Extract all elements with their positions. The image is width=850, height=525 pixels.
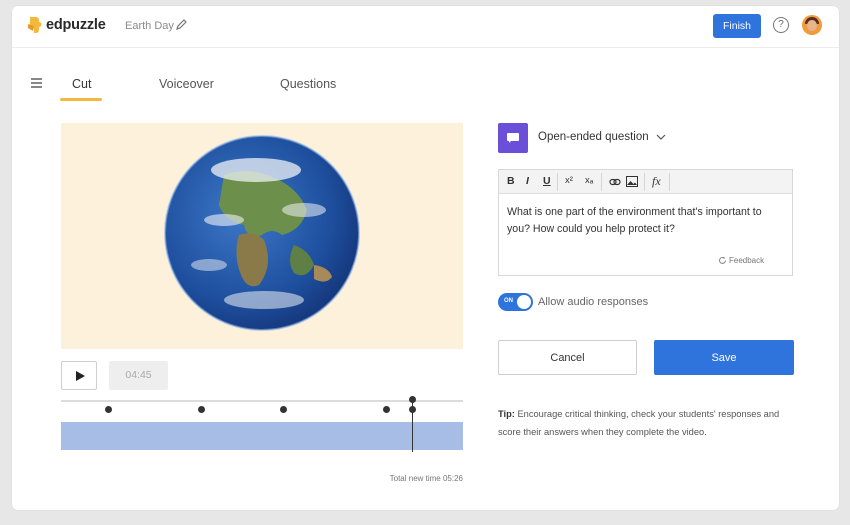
play-icon (76, 371, 85, 381)
avatar[interactable] (802, 15, 822, 35)
tip-text: Tip: Encourage critical thinking, check … (498, 405, 798, 441)
tab-cut[interactable]: Cut (72, 77, 91, 91)
formula-button[interactable]: fx (652, 174, 661, 189)
bold-button[interactable]: B (507, 175, 515, 187)
audio-responses-label: Allow audio responses (538, 296, 649, 308)
editor-toolbar: B I U x² xₐ fx (499, 170, 792, 194)
video-preview[interactable] (61, 123, 463, 349)
app-window: edpuzzle Earth Day Finish ? Cut Voiceove… (12, 6, 839, 510)
tip-label: Tip: (498, 409, 515, 419)
refresh-icon (719, 256, 726, 264)
brand-logo[interactable]: edpuzzle (27, 16, 106, 34)
playhead[interactable] (412, 402, 413, 452)
menu-icon[interactable] (31, 78, 42, 90)
cancel-button[interactable]: Cancel (498, 340, 637, 375)
total-new-time: Total new time 05:26 (389, 474, 463, 483)
feedback-button[interactable]: Feedback (729, 256, 764, 265)
question-marker[interactable] (105, 406, 112, 413)
edpuzzle-logo-icon (28, 17, 42, 33)
chevron-down-icon[interactable] (655, 131, 667, 143)
timeline-track[interactable] (61, 400, 463, 402)
tip-body: Encourage critical thinking, check your … (498, 409, 780, 437)
question-marker[interactable] (383, 406, 390, 413)
question-text[interactable]: What is one part of the environment that… (507, 204, 787, 238)
brand-name: edpuzzle (46, 17, 106, 33)
link-icon[interactable] (609, 178, 621, 186)
question-editor[interactable]: B I U x² xₐ fx What is one part of the e… (498, 169, 793, 276)
audio-responses-toggle[interactable]: ON (498, 293, 533, 311)
earth-image (164, 135, 360, 331)
active-tab-indicator (60, 98, 102, 101)
tab-voiceover[interactable]: Voiceover (159, 77, 214, 91)
toggle-knob (517, 295, 531, 309)
top-bar: edpuzzle Earth Day Finish ? (12, 6, 839, 48)
toggle-state: ON (504, 298, 513, 304)
current-time[interactable]: 04:45 (109, 361, 168, 390)
project-title[interactable]: Earth Day (125, 20, 174, 32)
superscript-button[interactable]: x² (565, 175, 573, 186)
pencil-icon[interactable] (176, 19, 187, 30)
question-type-select[interactable]: Open-ended question (538, 131, 649, 143)
question-marker[interactable] (198, 406, 205, 413)
finish-button[interactable]: Finish (713, 14, 761, 38)
help-icon[interactable]: ? (773, 17, 789, 33)
italic-button[interactable]: I (526, 175, 529, 187)
playhead-handle[interactable] (409, 396, 416, 403)
cut-range-bar[interactable] (61, 422, 463, 450)
image-icon[interactable] (626, 176, 638, 187)
chat-bubble-icon (498, 123, 528, 153)
tab-questions[interactable]: Questions (280, 77, 336, 91)
save-button[interactable]: Save (654, 340, 794, 375)
underline-button[interactable]: U (543, 175, 551, 187)
play-button[interactable] (61, 361, 97, 390)
subscript-button[interactable]: xₐ (585, 175, 593, 186)
question-marker[interactable] (280, 406, 287, 413)
